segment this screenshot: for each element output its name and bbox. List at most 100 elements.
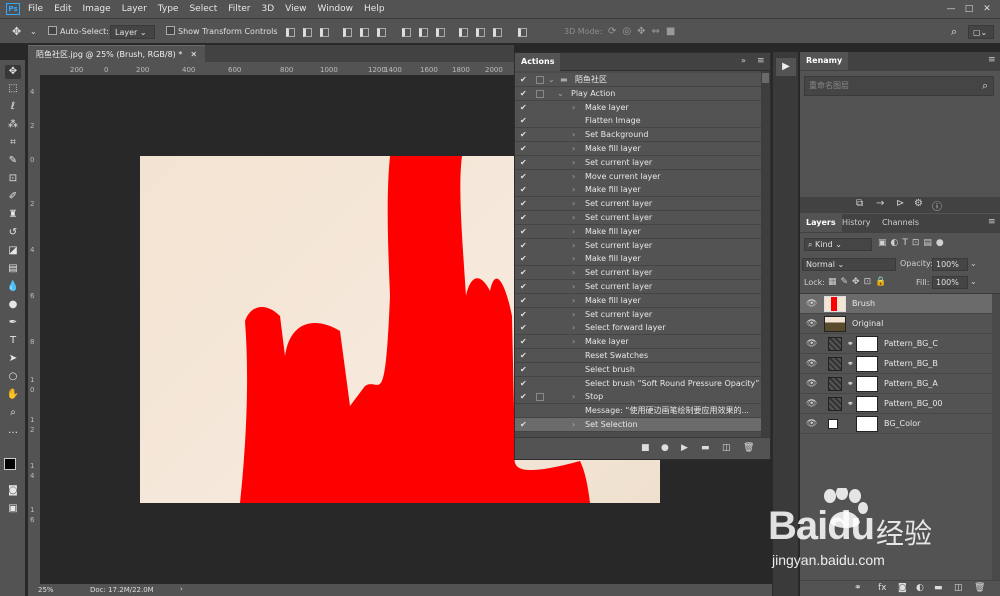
action-toggle-check-icon[interactable]: ✔ <box>520 363 527 377</box>
zoom-level[interactable]: 25% <box>38 586 54 594</box>
layer-name[interactable]: Pattern_BG_00 <box>884 394 943 414</box>
expand-arrow-icon[interactable]: › <box>572 170 575 184</box>
action-toggle-check-icon[interactable]: ✔ <box>520 197 527 211</box>
action-row[interactable]: ✔ ⌄ ▬ 陌鱼社区 <box>515 73 761 87</box>
visibility-eye-icon[interactable]: 👁 <box>806 354 817 374</box>
distribute-vcenter-icon[interactable] <box>419 28 428 37</box>
action-row[interactable]: Message: “使用硬边画笔绘制要应用效果的... <box>515 404 761 419</box>
layer-mask-thumbnail[interactable] <box>856 356 878 372</box>
action-toggle-check-icon[interactable]: ✔ <box>520 156 527 170</box>
expand-arrow-icon[interactable]: › <box>572 308 575 322</box>
action-toggle-check-icon[interactable]: ✔ <box>520 128 527 142</box>
expand-arrow-icon[interactable]: › <box>572 142 575 156</box>
menu-filter[interactable]: Filter <box>228 4 250 14</box>
layer-row[interactable]: 👁 Original <box>800 314 992 334</box>
action-toggle-check-icon[interactable]: ✔ <box>520 294 527 308</box>
mask-link-icon[interactable]: ⚭ <box>847 374 854 394</box>
document-tab[interactable]: 陌鱼社区.jpg @ 25% (Brush, RGB/8) * ✕ <box>28 45 206 62</box>
hand-tool-icon[interactable]: ✋ <box>5 388 21 402</box>
collapse-icon[interactable]: » <box>741 56 746 65</box>
visibility-eye-icon[interactable]: 👁 <box>806 334 817 354</box>
action-row[interactable]: ✔ › Make fill layer <box>515 252 761 267</box>
opacity-input[interactable]: 100% <box>932 258 968 271</box>
move-tool-icon[interactable]: ✥ <box>5 65 21 79</box>
quick-mask-icon[interactable]: ◙ <box>5 484 21 498</box>
dialog-toggle-icon[interactable] <box>536 89 544 98</box>
layer-name[interactable]: Pattern_BG_A <box>884 374 938 394</box>
adjustment-layer-icon[interactable]: ◐ <box>916 583 924 593</box>
align-top-icon[interactable] <box>286 28 295 37</box>
layer-mask-thumbnail[interactable] <box>856 336 878 352</box>
expand-arrow-icon[interactable]: › <box>572 225 575 239</box>
layer-row[interactable]: 👁 ⚭ Pattern_BG_B <box>800 354 992 374</box>
action-row[interactable]: ✔ › Make layer <box>515 100 761 115</box>
status-menu-chevron-icon[interactable]: › <box>180 585 183 593</box>
visibility-eye-icon[interactable]: 👁 <box>806 374 817 394</box>
opacity-chevron-icon[interactable]: ⌄ <box>970 259 977 268</box>
mask-link-icon[interactable]: ⚭ <box>847 354 854 374</box>
visibility-eye-icon[interactable]: 👁 <box>806 394 817 414</box>
expand-arrow-icon[interactable]: › <box>572 418 575 432</box>
expand-arrow-icon[interactable]: › <box>572 239 575 253</box>
expand-arrow-icon[interactable]: › <box>572 128 575 142</box>
lock-icons[interactable]: ▦✎✥⊡🔒 <box>828 277 890 287</box>
record-icon[interactable]: ● <box>661 443 669 453</box>
more-tools-icon[interactable]: … <box>5 424 21 438</box>
close-button[interactable]: ✕ <box>978 4 996 14</box>
action-toggle-check-icon[interactable]: ✔ <box>520 349 527 363</box>
action-row[interactable]: ✔ Select brush “Soft Round Pressure Opaci… <box>515 376 761 391</box>
action-row[interactable]: ✔ › Set current layer <box>515 307 761 322</box>
link-layers-icon[interactable]: ⚭ <box>854 583 862 593</box>
action-row[interactable]: ✔ › Set current layer <box>515 280 761 294</box>
layer-name[interactable]: BG_Color <box>884 414 920 434</box>
expand-arrow-icon[interactable]: › <box>572 101 575 115</box>
align-vcenter-icon[interactable] <box>303 28 312 37</box>
trash-icon[interactable]: 🗑 <box>743 443 754 453</box>
path-selection-tool-icon[interactable]: ➤ <box>5 352 21 366</box>
action-toggle-check-icon[interactable]: ✔ <box>520 321 527 335</box>
move-tool-icon[interactable]: ✥ <box>12 25 21 39</box>
clone-stamp-tool-icon[interactable]: ♜ <box>5 208 21 222</box>
layers-scrollbar[interactable] <box>992 294 1000 580</box>
workspace-switcher-icon[interactable]: ▢⌄ <box>968 25 994 39</box>
marquee-tool-icon[interactable]: ⬚ <box>5 82 21 96</box>
action-row[interactable]: ✔ › Set current layer <box>515 211 761 225</box>
action-toggle-check-icon[interactable]: ✔ <box>520 101 527 115</box>
history-brush-tool-icon[interactable]: ↺ <box>5 226 21 240</box>
dialog-toggle-icon[interactable] <box>536 76 544 84</box>
play-icon[interactable]: ▶ <box>681 443 688 453</box>
dodge-tool-icon[interactable]: ● <box>5 298 21 312</box>
menu-layer[interactable]: Layer <box>122 4 147 14</box>
foreground-color-swatch[interactable] <box>4 458 16 470</box>
action-row[interactable]: ✔ › Make fill layer <box>515 224 761 239</box>
auto-select-target-dropdown[interactable]: Layer ⌄ <box>110 25 155 39</box>
action-toggle-check-icon[interactable]: ✔ <box>520 225 527 239</box>
layer-name[interactable]: Original <box>852 314 883 334</box>
expand-arrow-icon[interactable]: › <box>572 321 575 335</box>
tab-history[interactable]: History <box>836 214 876 232</box>
action-toggle-check-icon[interactable]: ✔ <box>520 308 527 322</box>
expand-arrow-icon[interactable]: › <box>572 390 575 404</box>
action-row[interactable]: ✔ › Set Selection <box>515 418 761 432</box>
expand-chevron-icon[interactable]: ⌄ <box>548 73 555 87</box>
new-action-icon[interactable]: ◫ <box>722 443 731 453</box>
align-left-icon[interactable] <box>343 28 352 37</box>
action-row[interactable]: ✔ › Set current layer <box>515 238 761 253</box>
tab-renamy[interactable]: Renamy <box>800 52 849 70</box>
type-tool-icon[interactable]: T <box>5 334 21 348</box>
dialog-toggle-icon[interactable] <box>536 393 544 402</box>
eyedropper-tool-icon[interactable]: ✎ <box>5 154 21 168</box>
scroll-thumb[interactable] <box>762 73 769 83</box>
fill-chevron-icon[interactable]: ⌄ <box>970 277 977 286</box>
menu-file[interactable]: File <box>28 4 43 14</box>
plugin-a-icon[interactable]: ⧉ <box>856 198 863 209</box>
menu-help[interactable]: Help <box>364 4 385 14</box>
magic-wand-tool-icon[interactable]: ⁂ <box>5 118 21 132</box>
action-row[interactable]: ✔ ⌄ Play Action <box>515 86 761 101</box>
stop-icon[interactable]: ■ <box>641 443 650 453</box>
shape-tool-icon[interactable]: ○ <box>5 370 21 384</box>
visibility-eye-icon[interactable]: 👁 <box>806 414 817 434</box>
plugin-b-icon[interactable]: → <box>876 198 884 209</box>
3d-mode-icons[interactable]: ⟳◎✥⇔■ <box>608 25 681 39</box>
tab-channels[interactable]: Channels <box>876 214 925 232</box>
